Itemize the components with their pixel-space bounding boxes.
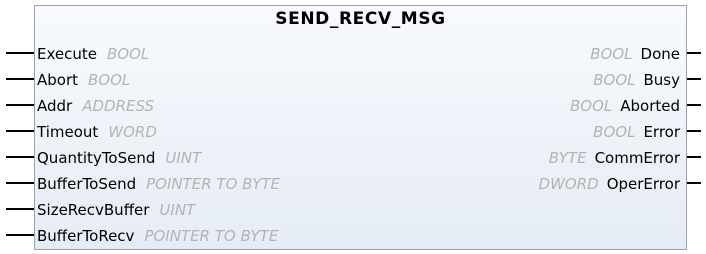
- output-pin-done: BOOL Done: [590, 41, 680, 67]
- pin-name: OperError: [606, 175, 680, 193]
- input-pin-timeout: Timeout WORD: [37, 119, 157, 145]
- input-pin-abort: Abort BOOL: [37, 67, 130, 93]
- output-wire: [687, 104, 701, 106]
- pin-type: BOOL: [590, 45, 633, 63]
- pin-type: WORD: [108, 123, 157, 141]
- input-wire: [6, 234, 34, 236]
- pin-name: Aborted: [620, 97, 680, 115]
- pin-type: BOOL: [569, 97, 613, 115]
- pin-name: CommError: [594, 149, 680, 167]
- pin-name: Busy: [643, 71, 681, 89]
- pin-type: BYTE: [548, 149, 587, 167]
- input-pin-addr: Addr ADDRESS: [37, 93, 154, 119]
- output-wire: [687, 78, 701, 80]
- pin-name: Abort: [37, 71, 79, 89]
- pin-type: UINT: [159, 201, 196, 219]
- input-wire: [6, 78, 34, 80]
- pin-type: DWORD: [538, 175, 599, 193]
- block-title: SEND_RECV_MSG: [275, 9, 446, 29]
- pin-name: Execute: [37, 45, 97, 63]
- pin-type: POINTER TO BYTE: [144, 227, 279, 245]
- pin-type: BOOL: [593, 71, 636, 89]
- pin-name: BufferToRecv: [37, 227, 135, 245]
- input-wire: [6, 130, 34, 132]
- input-pin-execute: Execute BOOL: [37, 41, 149, 67]
- input-wire: [6, 52, 34, 54]
- input-wire: [6, 156, 34, 158]
- input-wire: [6, 208, 34, 210]
- output-wire: [687, 156, 701, 158]
- output-pin-error: BOOL Error: [593, 119, 680, 145]
- output-wire: [687, 130, 701, 132]
- input-wire: [6, 182, 34, 184]
- pin-name: Done: [640, 45, 680, 63]
- input-pin-quantitytosend: QuantityToSend UINT: [37, 145, 201, 171]
- input-pin-buffertorecv: BufferToRecv POINTER TO BYTE: [37, 223, 278, 249]
- pin-name: SizeRecvBuffer: [37, 201, 150, 219]
- function-block: SEND_RECV_MSG Execute BOOL Abort BOOL Addr…: [34, 5, 687, 250]
- output-pin-commerror: BYTE CommError: [549, 145, 680, 171]
- pin-type: UINT: [165, 149, 202, 167]
- pin-type: ADDRESS: [82, 97, 154, 115]
- output-pin-opererror: DWORD OperError: [539, 171, 680, 197]
- output-pin-aborted: BOOL Aborted: [570, 93, 680, 119]
- output-wire: [687, 52, 701, 54]
- pin-name: QuantityToSend: [37, 149, 156, 167]
- pin-type: BOOL: [593, 123, 636, 141]
- pin-type: BOOL: [107, 45, 150, 63]
- pin-type: POINTER TO BYTE: [146, 175, 281, 193]
- pin-name: Error: [643, 123, 680, 141]
- pin-type: BOOL: [88, 71, 131, 89]
- input-wire: [6, 104, 34, 106]
- input-pin-sizerecvbuffer: SizeRecvBuffer UINT: [37, 197, 195, 223]
- output-pin-busy: BOOL Busy: [593, 67, 680, 93]
- pin-name: Timeout: [37, 123, 99, 141]
- output-wire: [687, 182, 701, 184]
- pin-name: BufferToSend: [37, 175, 137, 193]
- input-pin-buffertosend: BufferToSend POINTER TO BYTE: [37, 171, 280, 197]
- pin-name: Addr: [37, 97, 73, 115]
